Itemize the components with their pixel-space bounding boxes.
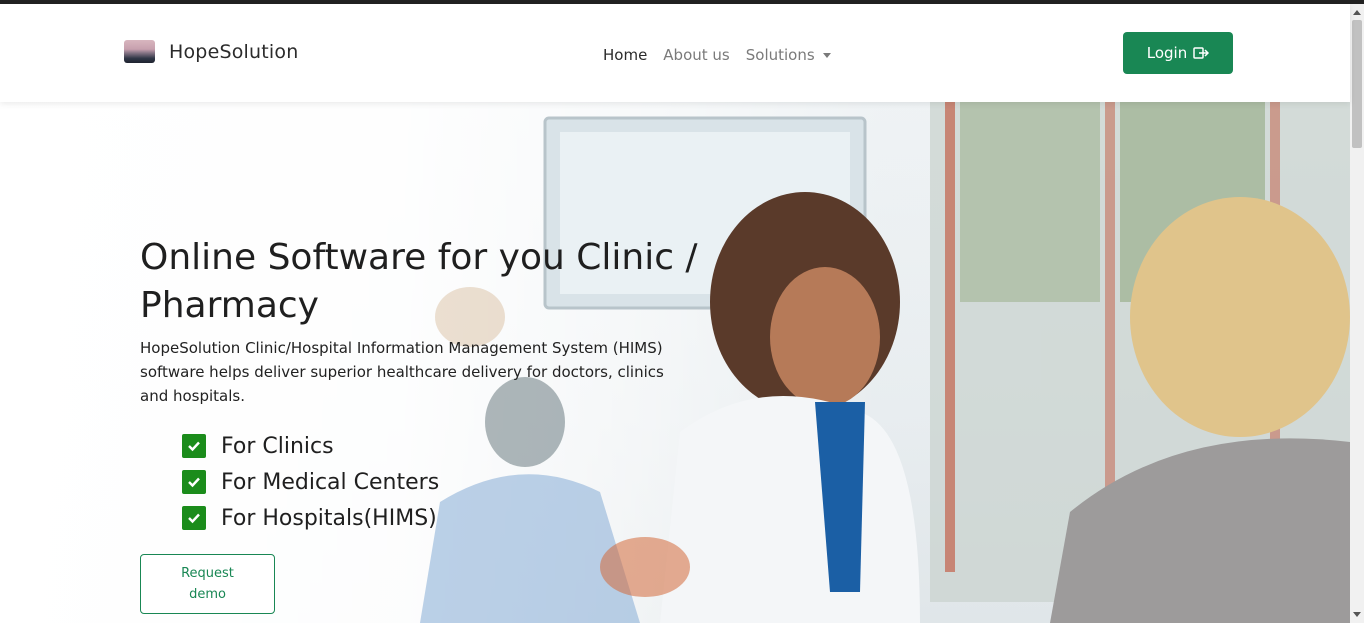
hero-title: Online Software for you Clinic / Pharmac… bbox=[140, 237, 698, 326]
navbar: HopeSolution Home About us Solutions Log… bbox=[0, 4, 1350, 102]
feature-label: For Clinics bbox=[221, 433, 334, 459]
brand-logo bbox=[124, 40, 155, 63]
feature-label: For Medical Centers bbox=[221, 469, 440, 495]
nav-link-home[interactable]: Home bbox=[603, 46, 647, 64]
brand-name: HopeSolution bbox=[169, 40, 299, 63]
check-icon bbox=[182, 470, 206, 494]
feature-list: For Clinics For Medical Centers For Hosp… bbox=[182, 428, 439, 536]
check-icon bbox=[182, 506, 206, 530]
feature-label: For Hospitals(HIMS) bbox=[221, 505, 437, 531]
nav-link-about-us[interactable]: About us bbox=[663, 46, 729, 64]
sign-out-icon bbox=[1193, 46, 1210, 60]
login-button[interactable]: Login bbox=[1123, 32, 1233, 74]
scroll-up-icon[interactable] bbox=[1353, 10, 1361, 15]
page-scrollbar[interactable] bbox=[1350, 4, 1364, 623]
scroll-down-icon[interactable] bbox=[1353, 612, 1361, 617]
feature-item: For Hospitals(HIMS) bbox=[182, 500, 439, 536]
nav-dropdown-label: Solutions bbox=[745, 46, 815, 64]
brand[interactable]: HopeSolution bbox=[124, 40, 298, 63]
nav-links: Home About us Solutions bbox=[603, 46, 847, 64]
caret-down-icon bbox=[822, 52, 831, 58]
check-icon bbox=[182, 434, 206, 458]
hero-section: Online Software for you Clinic / Pharmac… bbox=[0, 102, 1350, 623]
nav-dropdown-solutions[interactable]: Solutions bbox=[746, 46, 831, 64]
hero-description: HopeSolution Clinic/Hospital Information… bbox=[140, 339, 664, 405]
feature-item: For Medical Centers bbox=[182, 464, 439, 500]
feature-item: For Clinics bbox=[182, 428, 439, 464]
scrollbar-thumb[interactable] bbox=[1352, 20, 1362, 148]
login-button-label: Login bbox=[1146, 44, 1188, 62]
request-demo-button[interactable]: Request demo bbox=[140, 554, 275, 614]
